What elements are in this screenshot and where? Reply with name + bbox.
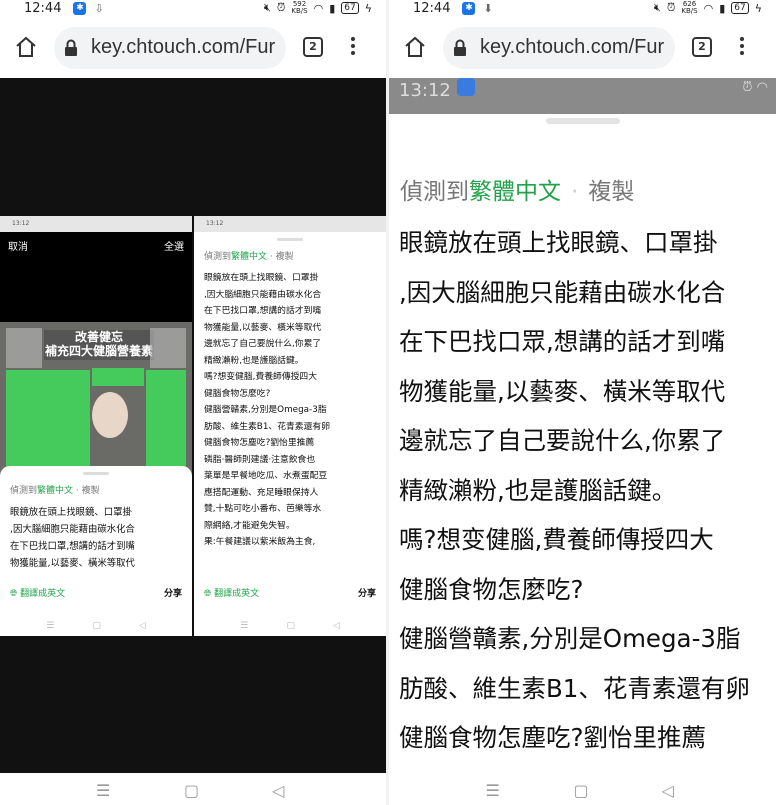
download-icon: ⬇ — [483, 1, 493, 15]
back-icon[interactable]: ◁ — [272, 781, 290, 800]
sheet-handle[interactable] — [545, 118, 620, 124]
page-content: 13:12 取消 全選 改善健忘 補充四大健腦營養素 偵測到繁體中文 · 複製 … — [0, 78, 386, 773]
signal-icon: ▮ — [719, 1, 726, 15]
app-notification-icon — [457, 78, 475, 96]
home-icon[interactable] — [403, 35, 427, 59]
alarm-icon: ⏰︎ — [276, 1, 286, 14]
copy-button[interactable]: 複製 — [82, 486, 100, 496]
mock-status-bar: 13:12 — [0, 216, 192, 232]
home-icon[interactable] — [14, 35, 38, 59]
charging-icon: ϟ — [364, 1, 372, 15]
mute-icon: 🔇︎ — [653, 1, 661, 14]
overflow-menu-icon[interactable] — [350, 34, 356, 60]
status-bar: 12:44 ✱ ⬇ 🔇︎ ⏰︎ 626 KB/S ◠ ▮ 67 ϟ — [389, 0, 776, 16]
recent-apps-icon[interactable]: ☰ — [486, 781, 504, 800]
ocr-text: 眼鏡放在頭上找眼鏡、口罩掛 ,因大腦細胞只能藉由碳水化合 在下巴找口罩,想講的話… — [204, 273, 330, 547]
ocr-sheet-expanded: 偵測到繁體中文 · 複製 眼鏡放在頭上找眼鏡、口罩掛 ,因大腦細胞只能藉由碳水化… — [194, 232, 386, 616]
share-button[interactable]: 分享 — [358, 586, 376, 599]
status-bar: 12:44 ✱ ⇩ 🔇︎ ⏰︎ 592 KB/S ◠ ▮ 67 ϟ — [0, 0, 386, 16]
browser-toolbar: key.chtouch.com/Fur 2 — [389, 24, 776, 72]
status-icons: ⏰︎ ◠ — [742, 80, 768, 95]
doctor-photo — [92, 392, 128, 438]
status-time: 12:44 — [413, 0, 451, 16]
detected-language: 偵測到繁體中文 · 複製 — [204, 252, 294, 262]
alarm-icon: ⏰︎ — [666, 1, 676, 14]
download-icon: ⇩ — [94, 1, 104, 15]
detected-language: 偵測到繁體中文 · 複製 — [10, 486, 100, 496]
app-notification-icon: ✱ — [73, 1, 87, 15]
home-nav-icon[interactable]: ▢ — [574, 781, 592, 800]
share-button[interactable]: 分享 — [164, 586, 182, 599]
mock-status-bar: 13:12 — [194, 216, 386, 232]
mute-icon: 🔇︎ — [263, 1, 271, 14]
translate-button[interactable]: 🌐︎ 翻譯成英文 — [204, 586, 259, 599]
lock-icon — [454, 39, 466, 56]
sheet-handle[interactable] — [83, 472, 109, 475]
zoomed-status-bar: 13:12 ⏰︎ ◠ — [389, 78, 776, 114]
mock-nav-bar: ☰ ▢ ◁ — [46, 621, 146, 631]
select-all-button[interactable]: 全選 — [164, 238, 184, 253]
screenshot-expanded: 13:12 偵測到繁體中文 · 複製 眼鏡放在頭上找眼鏡、口罩掛 ,因大腦細胞只… — [194, 216, 386, 636]
copy-button[interactable]: 複製 — [588, 179, 634, 205]
photo-headline: 改善健忘 補充四大健腦營養素 — [44, 330, 154, 360]
system-nav-bar: ☰ ▢ ◁ — [0, 775, 386, 805]
tab-switcher-button[interactable]: 2 — [303, 37, 323, 57]
left-screen: 12:44 ✱ ⇩ 🔇︎ ⏰︎ 592 KB/S ◠ ▮ 67 ϟ key.ch… — [0, 0, 386, 805]
screenshot-selection: 13:12 取消 全選 改善健忘 補充四大健腦營養素 偵測到繁體中文 · 複製 … — [0, 216, 192, 636]
address-bar[interactable]: key.chtouch.com/Fur — [54, 27, 286, 69]
url-text: key.chtouch.com/Fur — [480, 36, 665, 58]
mock-nav-bar: ☰ ▢ ◁ — [240, 621, 340, 631]
tab-switcher-button[interactable]: 2 — [692, 37, 712, 57]
detected-language: 偵測到繁體中文 · 複製 — [400, 179, 635, 205]
right-screen: 12:44 ✱ ⬇ 🔇︎ ⏰︎ 626 KB/S ◠ ▮ 67 ϟ key.ch… — [389, 0, 776, 805]
copy-button[interactable]: 複製 — [276, 252, 294, 262]
network-speed: 626 KB/S — [681, 0, 698, 15]
wifi-icon: ◠ — [313, 1, 324, 15]
recent-apps-icon[interactable]: ☰ — [96, 781, 114, 800]
wifi-icon: ◠ — [703, 1, 714, 15]
ocr-text: 眼鏡放在頭上找眼鏡、口罩掛 ,因大腦細胞只能藉由碳水化合 在下巴找口眾,想講的話… — [399, 228, 750, 773]
sheet-handle[interactable] — [277, 238, 303, 241]
battery-icon: 67 — [341, 2, 359, 14]
app-notification-icon: ✱ — [462, 1, 476, 15]
lock-icon — [65, 39, 77, 56]
mock-top-bar: 取消 全選 — [0, 232, 192, 322]
signal-icon: ▮ — [329, 1, 336, 15]
overflow-menu-icon[interactable] — [739, 34, 745, 60]
status-icons: 🔇︎ ⏰︎ 592 KB/S ◠ ▮ 67 ϟ — [264, 1, 372, 15]
translate-button[interactable]: 🌐︎ 翻譯成英文 — [10, 586, 65, 599]
network-speed: 592 KB/S — [291, 0, 308, 15]
ocr-text: 眼鏡放在頭上找眼鏡、口罩掛 ,因大腦細胞只能藉由碳水化合 在下巴找口罩,想講的話… — [10, 507, 135, 569]
address-bar[interactable]: key.chtouch.com/Fur — [443, 27, 675, 69]
battery-icon: 67 — [731, 2, 749, 14]
back-icon[interactable]: ◁ — [662, 781, 680, 800]
browser-toolbar: key.chtouch.com/Fur 2 — [0, 24, 386, 72]
status-time: 12:44 — [24, 0, 62, 16]
cancel-button[interactable]: 取消 — [8, 238, 28, 253]
zoomed-image: 13:12 ⏰︎ ◠ 偵測到繁體中文 · 複製 眼鏡放在頭上找眼鏡、口罩掛 ,因大腦… — [389, 78, 776, 773]
ocr-sheet: 偵測到繁體中文 · 複製 眼鏡放在頭上找眼鏡、口罩掛 ,因大腦細胞只能藉由碳水化… — [0, 466, 192, 616]
system-nav-bar: ☰ ▢ ◁ — [389, 775, 776, 805]
sheet-footer: 🌐︎ 翻譯成英文 分享 — [10, 586, 182, 599]
status-icons: 🔇︎ ⏰︎ 626 KB/S ◠ ▮ 67 ϟ — [654, 1, 762, 15]
sheet-footer: 🌐︎ 翻譯成英文 分享 — [204, 586, 376, 599]
home-nav-icon[interactable]: ▢ — [184, 781, 202, 800]
url-text: key.chtouch.com/Fur — [91, 36, 276, 58]
charging-icon: ϟ — [754, 1, 762, 15]
newspaper-photo: 改善健忘 補充四大健腦營養素 — [0, 322, 192, 477]
